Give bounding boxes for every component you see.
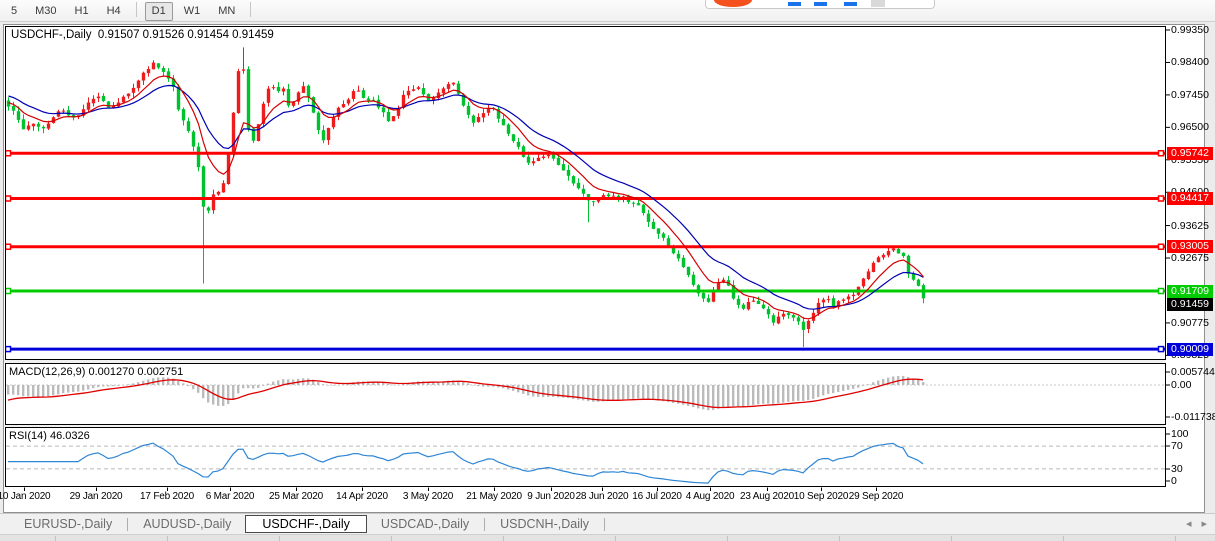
timeframe-button-w1[interactable]: W1 [177, 2, 208, 21]
date-axis-label: 6 Mar 2020 [206, 491, 255, 502]
hline-price-badge: 0.91709 [1167, 285, 1213, 298]
timeframe-button-5[interactable]: 5 [4, 2, 24, 21]
date-axis-label: 9 Jun 2020 [527, 491, 575, 502]
bottom-scroll-strip[interactable] [0, 534, 1215, 541]
logo-icon [714, 0, 752, 7]
current-price-badge: 0.91459 [1167, 298, 1213, 311]
link-fragment [814, 2, 827, 6]
symbol-tab-audusd[interactable]: AUDUSD-,Daily [129, 515, 245, 533]
date-axis-label: 17 Feb 2020 [140, 491, 194, 502]
date-axis-label: 16 Jul 2020 [632, 491, 682, 502]
button-fragment [871, 0, 885, 7]
date-axis-label: 28 Jun 2020 [576, 491, 629, 502]
scroll-strip-tick [391, 536, 392, 541]
date-axis-label: 29 Jan 2020 [70, 491, 123, 502]
scroll-strip-tick [55, 536, 56, 541]
timeframe-button-mn[interactable]: MN [211, 2, 242, 21]
symbol-tab-usdcad[interactable]: USDCAD-,Daily [367, 515, 483, 533]
scroll-strip-tick [1063, 536, 1064, 541]
scroll-strip-tick [167, 536, 168, 541]
scroll-strip-tick [839, 536, 840, 541]
timeframe-button-m30[interactable]: M30 [28, 2, 63, 21]
scroll-strip-tick [1175, 536, 1176, 541]
tab-scroll-arrows: ◂▸ [1176, 517, 1207, 530]
scroll-strip-tick [615, 536, 616, 541]
symbol-tab-bar: EURUSD-,DailyAUDUSD-,DailyUSDCHF-,DailyU… [0, 513, 1215, 534]
date-axis-label: 10 Jan 2020 [0, 491, 50, 502]
date-axis-label: 25 Mar 2020 [269, 491, 323, 502]
symbol-tab-usdchf[interactable]: USDCHF-,Daily [245, 515, 367, 533]
symbol-tab-eurusd[interactable]: EURUSD-,Daily [10, 515, 126, 533]
price-axis-label: 0.96500 [1171, 121, 1209, 133]
scroll-strip-tick [727, 536, 728, 541]
toolbar-separator [250, 2, 251, 17]
date-axis-label: 14 Apr 2020 [336, 491, 388, 502]
tab-separator [127, 518, 128, 531]
rsi-axis-label: 100 [1171, 428, 1189, 440]
timeframe-button-h1[interactable]: H1 [68, 2, 96, 21]
date-axis-label: 3 May 2020 [403, 491, 453, 502]
tab-scroll-left-icon[interactable]: ◂ [1186, 518, 1192, 530]
price-axis-label: 0.98400 [1171, 56, 1209, 68]
date-axis-label: 29 Sep 2020 [849, 491, 904, 502]
chart-plot-area[interactable] [6, 27, 1165, 486]
scroll-strip-tick [951, 536, 952, 541]
date-axis-label: 10 Sep 2020 [794, 491, 849, 502]
date-axis-label: 4 Aug 2020 [686, 491, 735, 502]
link-fragment [788, 2, 801, 6]
rsi-axis-label: 30 [1171, 463, 1183, 475]
hline-price-badge: 0.94417 [1167, 192, 1213, 205]
rsi-axis-label: 0 [1171, 475, 1177, 487]
cutoff-window-fragment [705, 0, 935, 9]
date-axis-label: 23 Aug 2020 [740, 491, 794, 502]
timeframe-toolbar: 5M30 H1H4 D1W1MN [0, 0, 1215, 22]
link-fragment [844, 2, 857, 6]
trading-app-screen: 5M30H1H4D1W1MN USDCHF-,Daily 0.91507 0.9… [0, 0, 1215, 541]
timeframe-button-d1[interactable]: D1 [145, 2, 173, 21]
macd-axis-label: 0.00 [1171, 379, 1191, 391]
rsi-axis-label: 70 [1171, 440, 1183, 452]
date-axis-label: 21 May 2020 [466, 491, 522, 502]
symbol-tab-usdcnh[interactable]: USDCNH-,Daily [486, 515, 603, 533]
tab-separator [604, 518, 605, 531]
price-axis-label: 0.93625 [1171, 220, 1209, 232]
tab-separator [484, 518, 485, 531]
scroll-strip-tick [279, 536, 280, 541]
price-axis-label: 0.90775 [1171, 317, 1209, 329]
hline-price-badge: 0.93005 [1167, 240, 1213, 253]
macd-axis-label: 0.005744 [1171, 366, 1215, 378]
hline-price-badge: 0.95742 [1167, 147, 1213, 160]
timeframe-button-h4[interactable]: H4 [100, 2, 128, 21]
toolbar-separator [136, 2, 137, 17]
price-axis-label: 0.97450 [1171, 89, 1209, 101]
price-axis-label: 0.92675 [1171, 252, 1209, 264]
price-axis-label: 0.99350 [1171, 24, 1209, 36]
tab-scroll-right-icon[interactable]: ▸ [1201, 518, 1207, 530]
scroll-strip-tick [503, 536, 504, 541]
hline-price-badge: 0.90009 [1167, 343, 1213, 356]
macd-axis-label: -0.011738 [1171, 411, 1215, 423]
